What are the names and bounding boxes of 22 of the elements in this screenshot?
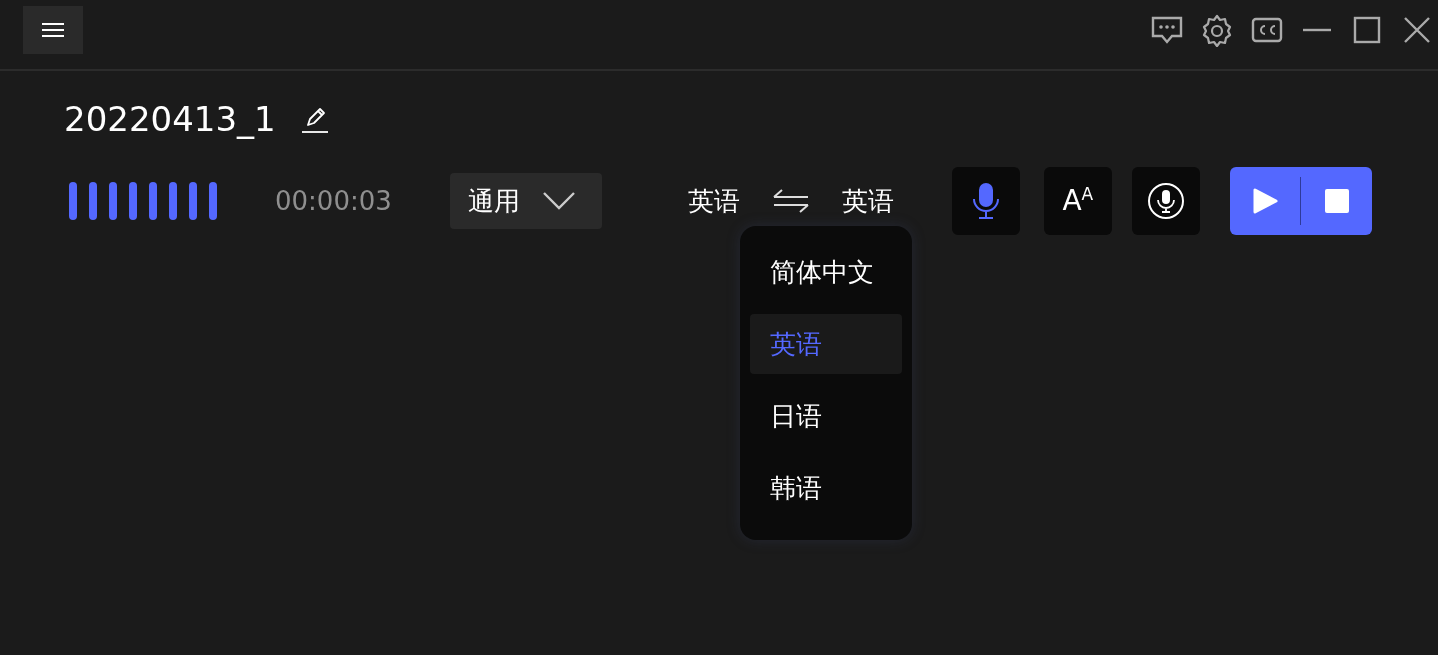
language-option[interactable]: 英语	[750, 314, 902, 374]
elapsed-time: 00:00:03	[275, 186, 392, 216]
recording-title: 20220413_1	[64, 99, 276, 139]
settings-icon[interactable]	[1200, 12, 1234, 47]
language-option[interactable]: 简体中文	[750, 242, 902, 302]
chevron-icon	[541, 191, 576, 211]
microphone-button[interactable]	[951, 167, 1020, 235]
source-language[interactable]: 英语	[687, 183, 740, 219]
menu-button[interactable]	[23, 5, 83, 54]
language-option[interactable]: 韩语	[750, 458, 902, 518]
microphone-circle-icon	[1146, 182, 1185, 220]
audio-level-icon	[69, 181, 219, 221]
play-icon	[1252, 187, 1279, 215]
menu-icon	[41, 20, 65, 39]
language-option[interactable]: 日语	[750, 386, 902, 446]
scene-dropdown[interactable]: 通用	[449, 173, 602, 229]
font-size-button[interactable]: A$^{A}$	[1043, 167, 1112, 235]
target-language[interactable]: 英语	[841, 183, 894, 219]
stop-icon	[1324, 189, 1349, 213]
swap-icon[interactable]	[771, 188, 810, 214]
voice-button[interactable]	[1131, 167, 1200, 235]
microphone-icon	[970, 181, 1001, 221]
